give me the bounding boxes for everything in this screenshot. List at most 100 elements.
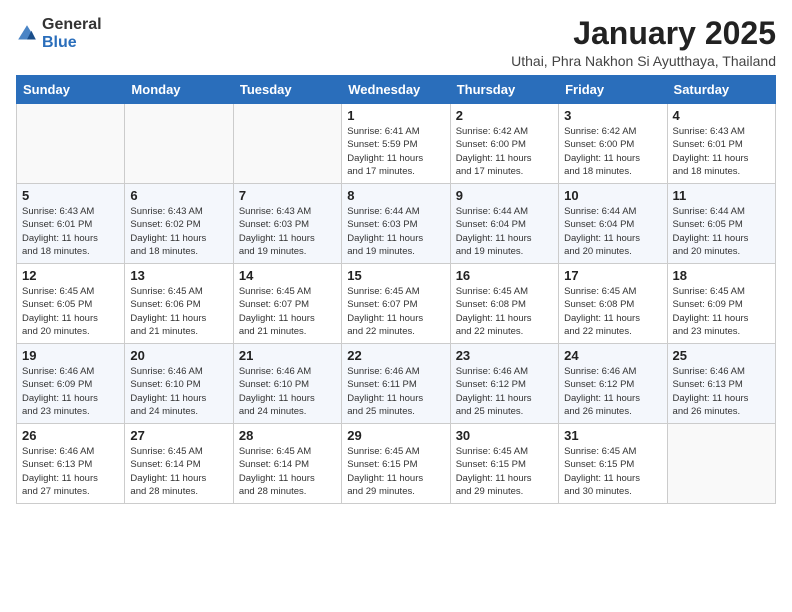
day-info: Sunrise: 6:43 AM Sunset: 6:02 PM Dayligh… xyxy=(130,205,227,258)
calendar-cell: 16 Sunrise: 6:45 AM Sunset: 6:08 PM Dayli… xyxy=(450,264,558,344)
day-info: Sunrise: 6:45 AM Sunset: 6:07 PM Dayligh… xyxy=(239,285,336,338)
day-number: 10 xyxy=(564,188,661,203)
day-info: Sunrise: 6:45 AM Sunset: 6:15 PM Dayligh… xyxy=(456,445,553,498)
day-info: Sunrise: 6:44 AM Sunset: 6:04 PM Dayligh… xyxy=(564,205,661,258)
calendar-cell: 24 Sunrise: 6:46 AM Sunset: 6:12 PM Dayli… xyxy=(559,344,667,424)
day-info: Sunrise: 6:45 AM Sunset: 6:08 PM Dayligh… xyxy=(456,285,553,338)
calendar-cell: 10 Sunrise: 6:44 AM Sunset: 6:04 PM Dayli… xyxy=(559,184,667,264)
day-info: Sunrise: 6:45 AM Sunset: 6:07 PM Dayligh… xyxy=(347,285,444,338)
day-info: Sunrise: 6:45 AM Sunset: 6:08 PM Dayligh… xyxy=(564,285,661,338)
day-number: 21 xyxy=(239,348,336,363)
day-info: Sunrise: 6:45 AM Sunset: 6:06 PM Dayligh… xyxy=(130,285,227,338)
calendar-cell xyxy=(17,104,125,184)
weekday-header-sunday: Sunday xyxy=(17,76,125,104)
calendar-cell: 12 Sunrise: 6:45 AM Sunset: 6:05 PM Dayli… xyxy=(17,264,125,344)
day-number: 27 xyxy=(130,428,227,443)
calendar-cell: 22Sunrise: 6:46 AM Sunset: 6:11 PM Dayli… xyxy=(342,344,450,424)
calendar-cell: 19 Sunrise: 6:46 AM Sunset: 6:09 PM Dayli… xyxy=(17,344,125,424)
calendar-cell xyxy=(233,104,341,184)
calendar-cell: 26 Sunrise: 6:46 AM Sunset: 6:13 PM Dayli… xyxy=(17,424,125,504)
day-number: 16 xyxy=(456,268,553,283)
header: General Blue January 2025 Uthai, Phra Na… xyxy=(16,16,776,69)
day-number: 19 xyxy=(22,348,119,363)
day-number: 11 xyxy=(673,188,770,203)
logo-text-blue: Blue xyxy=(42,34,102,52)
day-info: Sunrise: 6:45 AM Sunset: 6:14 PM Dayligh… xyxy=(239,445,336,498)
day-number: 7 xyxy=(239,188,336,203)
day-info: Sunrise: 6:46 AM Sunset: 6:12 PM Dayligh… xyxy=(564,365,661,418)
day-info: Sunrise: 6:46 AM Sunset: 6:13 PM Dayligh… xyxy=(673,365,770,418)
calendar-cell: 31Sunrise: 6:45 AM Sunset: 6:15 PM Dayli… xyxy=(559,424,667,504)
weekday-header-friday: Friday xyxy=(559,76,667,104)
day-info: Sunrise: 6:46 AM Sunset: 6:11 PM Dayligh… xyxy=(347,365,444,418)
logo-icon xyxy=(16,23,38,45)
calendar-cell: 15Sunrise: 6:45 AM Sunset: 6:07 PM Dayli… xyxy=(342,264,450,344)
day-info: Sunrise: 6:42 AM Sunset: 6:00 PM Dayligh… xyxy=(564,125,661,178)
calendar-week-row-2: 5Sunrise: 6:43 AM Sunset: 6:01 PM Daylig… xyxy=(17,184,776,264)
weekday-header-thursday: Thursday xyxy=(450,76,558,104)
weekday-header-wednesday: Wednesday xyxy=(342,76,450,104)
day-info: Sunrise: 6:43 AM Sunset: 6:01 PM Dayligh… xyxy=(673,125,770,178)
calendar-cell: 23Sunrise: 6:46 AM Sunset: 6:12 PM Dayli… xyxy=(450,344,558,424)
calendar-cell: 27Sunrise: 6:45 AM Sunset: 6:14 PM Dayli… xyxy=(125,424,233,504)
calendar-cell: 3Sunrise: 6:42 AM Sunset: 6:00 PM Daylig… xyxy=(559,104,667,184)
day-number: 4 xyxy=(673,108,770,123)
calendar-cell: 25 Sunrise: 6:46 AM Sunset: 6:13 PM Dayli… xyxy=(667,344,775,424)
calendar-cell: 4 Sunrise: 6:43 AM Sunset: 6:01 PM Daylig… xyxy=(667,104,775,184)
day-info: Sunrise: 6:41 AM Sunset: 5:59 PM Dayligh… xyxy=(347,125,444,178)
day-info: Sunrise: 6:46 AM Sunset: 6:10 PM Dayligh… xyxy=(239,365,336,418)
title-block: January 2025 Uthai, Phra Nakhon Si Ayutt… xyxy=(511,16,776,69)
day-info: Sunrise: 6:43 AM Sunset: 6:03 PM Dayligh… xyxy=(239,205,336,258)
calendar-cell: 13 Sunrise: 6:45 AM Sunset: 6:06 PM Dayli… xyxy=(125,264,233,344)
day-info: Sunrise: 6:45 AM Sunset: 6:15 PM Dayligh… xyxy=(564,445,661,498)
day-number: 14 xyxy=(239,268,336,283)
day-number: 5 xyxy=(22,188,119,203)
calendar-cell: 6Sunrise: 6:43 AM Sunset: 6:02 PM Daylig… xyxy=(125,184,233,264)
calendar-week-row-4: 19 Sunrise: 6:46 AM Sunset: 6:09 PM Dayli… xyxy=(17,344,776,424)
day-number: 20 xyxy=(130,348,227,363)
calendar-cell: 14 Sunrise: 6:45 AM Sunset: 6:07 PM Dayli… xyxy=(233,264,341,344)
day-number: 30 xyxy=(456,428,553,443)
day-number: 12 xyxy=(22,268,119,283)
day-number: 17 xyxy=(564,268,661,283)
day-number: 23 xyxy=(456,348,553,363)
calendar-table: SundayMondayTuesdayWednesdayThursdayFrid… xyxy=(16,75,776,504)
day-info: Sunrise: 6:45 AM Sunset: 6:05 PM Dayligh… xyxy=(22,285,119,338)
calendar-cell xyxy=(667,424,775,504)
day-info: Sunrise: 6:45 AM Sunset: 6:09 PM Dayligh… xyxy=(673,285,770,338)
day-info: Sunrise: 6:44 AM Sunset: 6:04 PM Dayligh… xyxy=(456,205,553,258)
calendar-cell: 1 Sunrise: 6:41 AM Sunset: 5:59 PM Daylig… xyxy=(342,104,450,184)
weekday-header-row: SundayMondayTuesdayWednesdayThursdayFrid… xyxy=(17,76,776,104)
weekday-header-saturday: Saturday xyxy=(667,76,775,104)
calendar-week-row-5: 26 Sunrise: 6:46 AM Sunset: 6:13 PM Dayli… xyxy=(17,424,776,504)
day-number: 18 xyxy=(673,268,770,283)
month-title: January 2025 xyxy=(511,16,776,51)
day-number: 26 xyxy=(22,428,119,443)
calendar-cell: 2 Sunrise: 6:42 AM Sunset: 6:00 PM Daylig… xyxy=(450,104,558,184)
day-number: 29 xyxy=(347,428,444,443)
day-info: Sunrise: 6:46 AM Sunset: 6:09 PM Dayligh… xyxy=(22,365,119,418)
logo-text-general: General xyxy=(42,16,102,34)
calendar-cell: 20Sunrise: 6:46 AM Sunset: 6:10 PM Dayli… xyxy=(125,344,233,424)
day-info: Sunrise: 6:42 AM Sunset: 6:00 PM Dayligh… xyxy=(456,125,553,178)
calendar-cell: 21 Sunrise: 6:46 AM Sunset: 6:10 PM Dayli… xyxy=(233,344,341,424)
calendar-cell: 17 Sunrise: 6:45 AM Sunset: 6:08 PM Dayli… xyxy=(559,264,667,344)
calendar-week-row-1: 1 Sunrise: 6:41 AM Sunset: 5:59 PM Daylig… xyxy=(17,104,776,184)
calendar-cell xyxy=(125,104,233,184)
day-info: Sunrise: 6:44 AM Sunset: 6:03 PM Dayligh… xyxy=(347,205,444,258)
day-number: 13 xyxy=(130,268,227,283)
logo: General Blue xyxy=(16,16,102,51)
weekday-header-tuesday: Tuesday xyxy=(233,76,341,104)
day-info: Sunrise: 6:44 AM Sunset: 6:05 PM Dayligh… xyxy=(673,205,770,258)
day-number: 28 xyxy=(239,428,336,443)
calendar-cell: 7 Sunrise: 6:43 AM Sunset: 6:03 PM Daylig… xyxy=(233,184,341,264)
calendar-cell: 30 Sunrise: 6:45 AM Sunset: 6:15 PM Dayli… xyxy=(450,424,558,504)
day-number: 8 xyxy=(347,188,444,203)
day-info: Sunrise: 6:46 AM Sunset: 6:13 PM Dayligh… xyxy=(22,445,119,498)
calendar-cell: 18 Sunrise: 6:45 AM Sunset: 6:09 PM Dayli… xyxy=(667,264,775,344)
day-number: 1 xyxy=(347,108,444,123)
calendar-cell: 28 Sunrise: 6:45 AM Sunset: 6:14 PM Dayli… xyxy=(233,424,341,504)
day-number: 24 xyxy=(564,348,661,363)
day-number: 25 xyxy=(673,348,770,363)
day-number: 2 xyxy=(456,108,553,123)
